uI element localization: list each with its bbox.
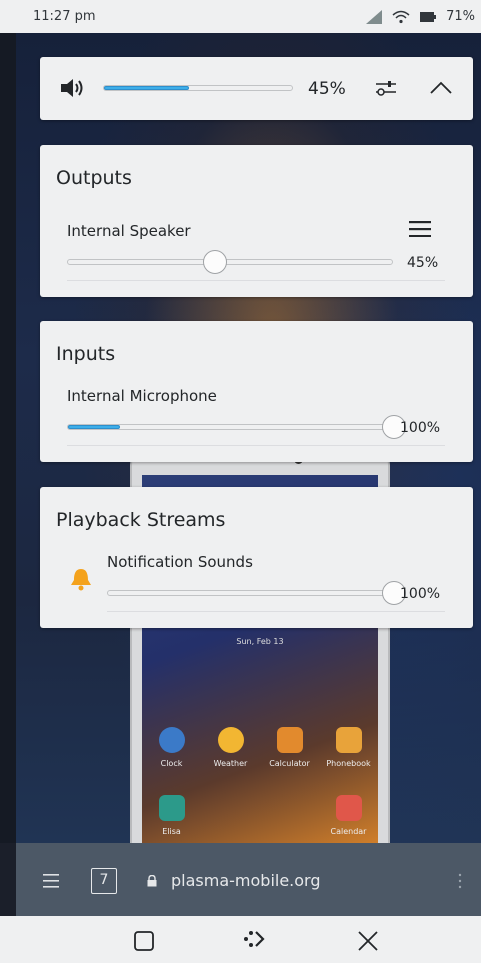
app-row: Clock Weather Calculator Phonebook [142, 727, 378, 768]
outputs-title: Outputs [56, 167, 132, 189]
playback-streams-card: Playback Streams Notification Sounds 100… [40, 487, 473, 628]
outputs-card: Outputs Internal Speaker 45% [40, 145, 473, 297]
bell-icon [71, 569, 91, 591]
internal-speaker-percent: 45% [407, 255, 439, 271]
hamburger-menu-icon[interactable] [409, 221, 431, 237]
internal-microphone-fill [68, 425, 120, 429]
master-volume-percent: 45% [308, 79, 346, 99]
speaker-icon[interactable] [60, 77, 86, 99]
notification-sounds-label: Notification Sounds [107, 553, 253, 571]
app-phonebook: Phonebook [321, 727, 377, 768]
notification-sounds-percent: 100% [400, 586, 441, 602]
internal-speaker-volume-slider[interactable] [67, 250, 393, 274]
playback-streams-divider [107, 611, 445, 612]
inputs-card: Inputs Internal Microphone 100% [40, 321, 473, 462]
volume-header-card: 45% [40, 57, 473, 120]
wifi-icon [392, 10, 410, 23]
internal-microphone-percent: 100% [400, 420, 441, 436]
master-volume-slider[interactable] [103, 85, 293, 91]
browser-menu-icon[interactable] [43, 874, 59, 888]
internal-microphone-label: Internal Microphone [67, 387, 217, 405]
url-field[interactable]: plasma-mobile.org [171, 871, 321, 890]
tab-count: 7 [99, 872, 109, 888]
app-calendar: Calendar [321, 795, 377, 836]
playback-streams-title: Playback Streams [56, 509, 226, 531]
browser-bar: 7 plasma-mobile.org [16, 843, 481, 916]
internal-speaker-label: Internal Speaker [67, 222, 191, 240]
internal-speaker-slider-knob[interactable] [202, 250, 227, 274]
inputs-divider [67, 445, 445, 446]
mixer-settings-icon[interactable] [374, 78, 398, 98]
battery-icon [420, 11, 437, 22]
app-elisa: Elisa [144, 795, 200, 836]
lock-icon [147, 875, 157, 887]
browser-overflow-icon[interactable] [458, 873, 462, 889]
app-row: Elisa Calendar [142, 795, 378, 836]
background-left-strip [0, 33, 16, 843]
app-clock: Clock [144, 727, 200, 768]
inputs-title: Inputs [56, 343, 116, 365]
status-bar: 11:27 pm 71% [0, 0, 481, 33]
master-volume-fill [104, 86, 189, 90]
close-icon[interactable] [357, 930, 379, 952]
signal-icon [366, 9, 383, 24]
app-weather: Weather [203, 727, 259, 768]
app-calculator: Calculator [262, 727, 318, 768]
outputs-divider [67, 280, 445, 281]
status-time: 11:27 pm [33, 9, 96, 24]
collapse-chevron-icon[interactable] [429, 80, 453, 96]
phone-date: Sun, Feb 13 [236, 637, 284, 646]
tab-count-button[interactable]: 7 [91, 868, 117, 894]
system-nav-bar [0, 916, 481, 963]
battery-percent: 71% [446, 9, 475, 24]
home-icon[interactable] [242, 928, 266, 950]
internal-microphone-slider[interactable] [67, 415, 406, 439]
overview-square-icon[interactable] [134, 931, 154, 951]
notification-sounds-slider[interactable] [107, 581, 406, 605]
